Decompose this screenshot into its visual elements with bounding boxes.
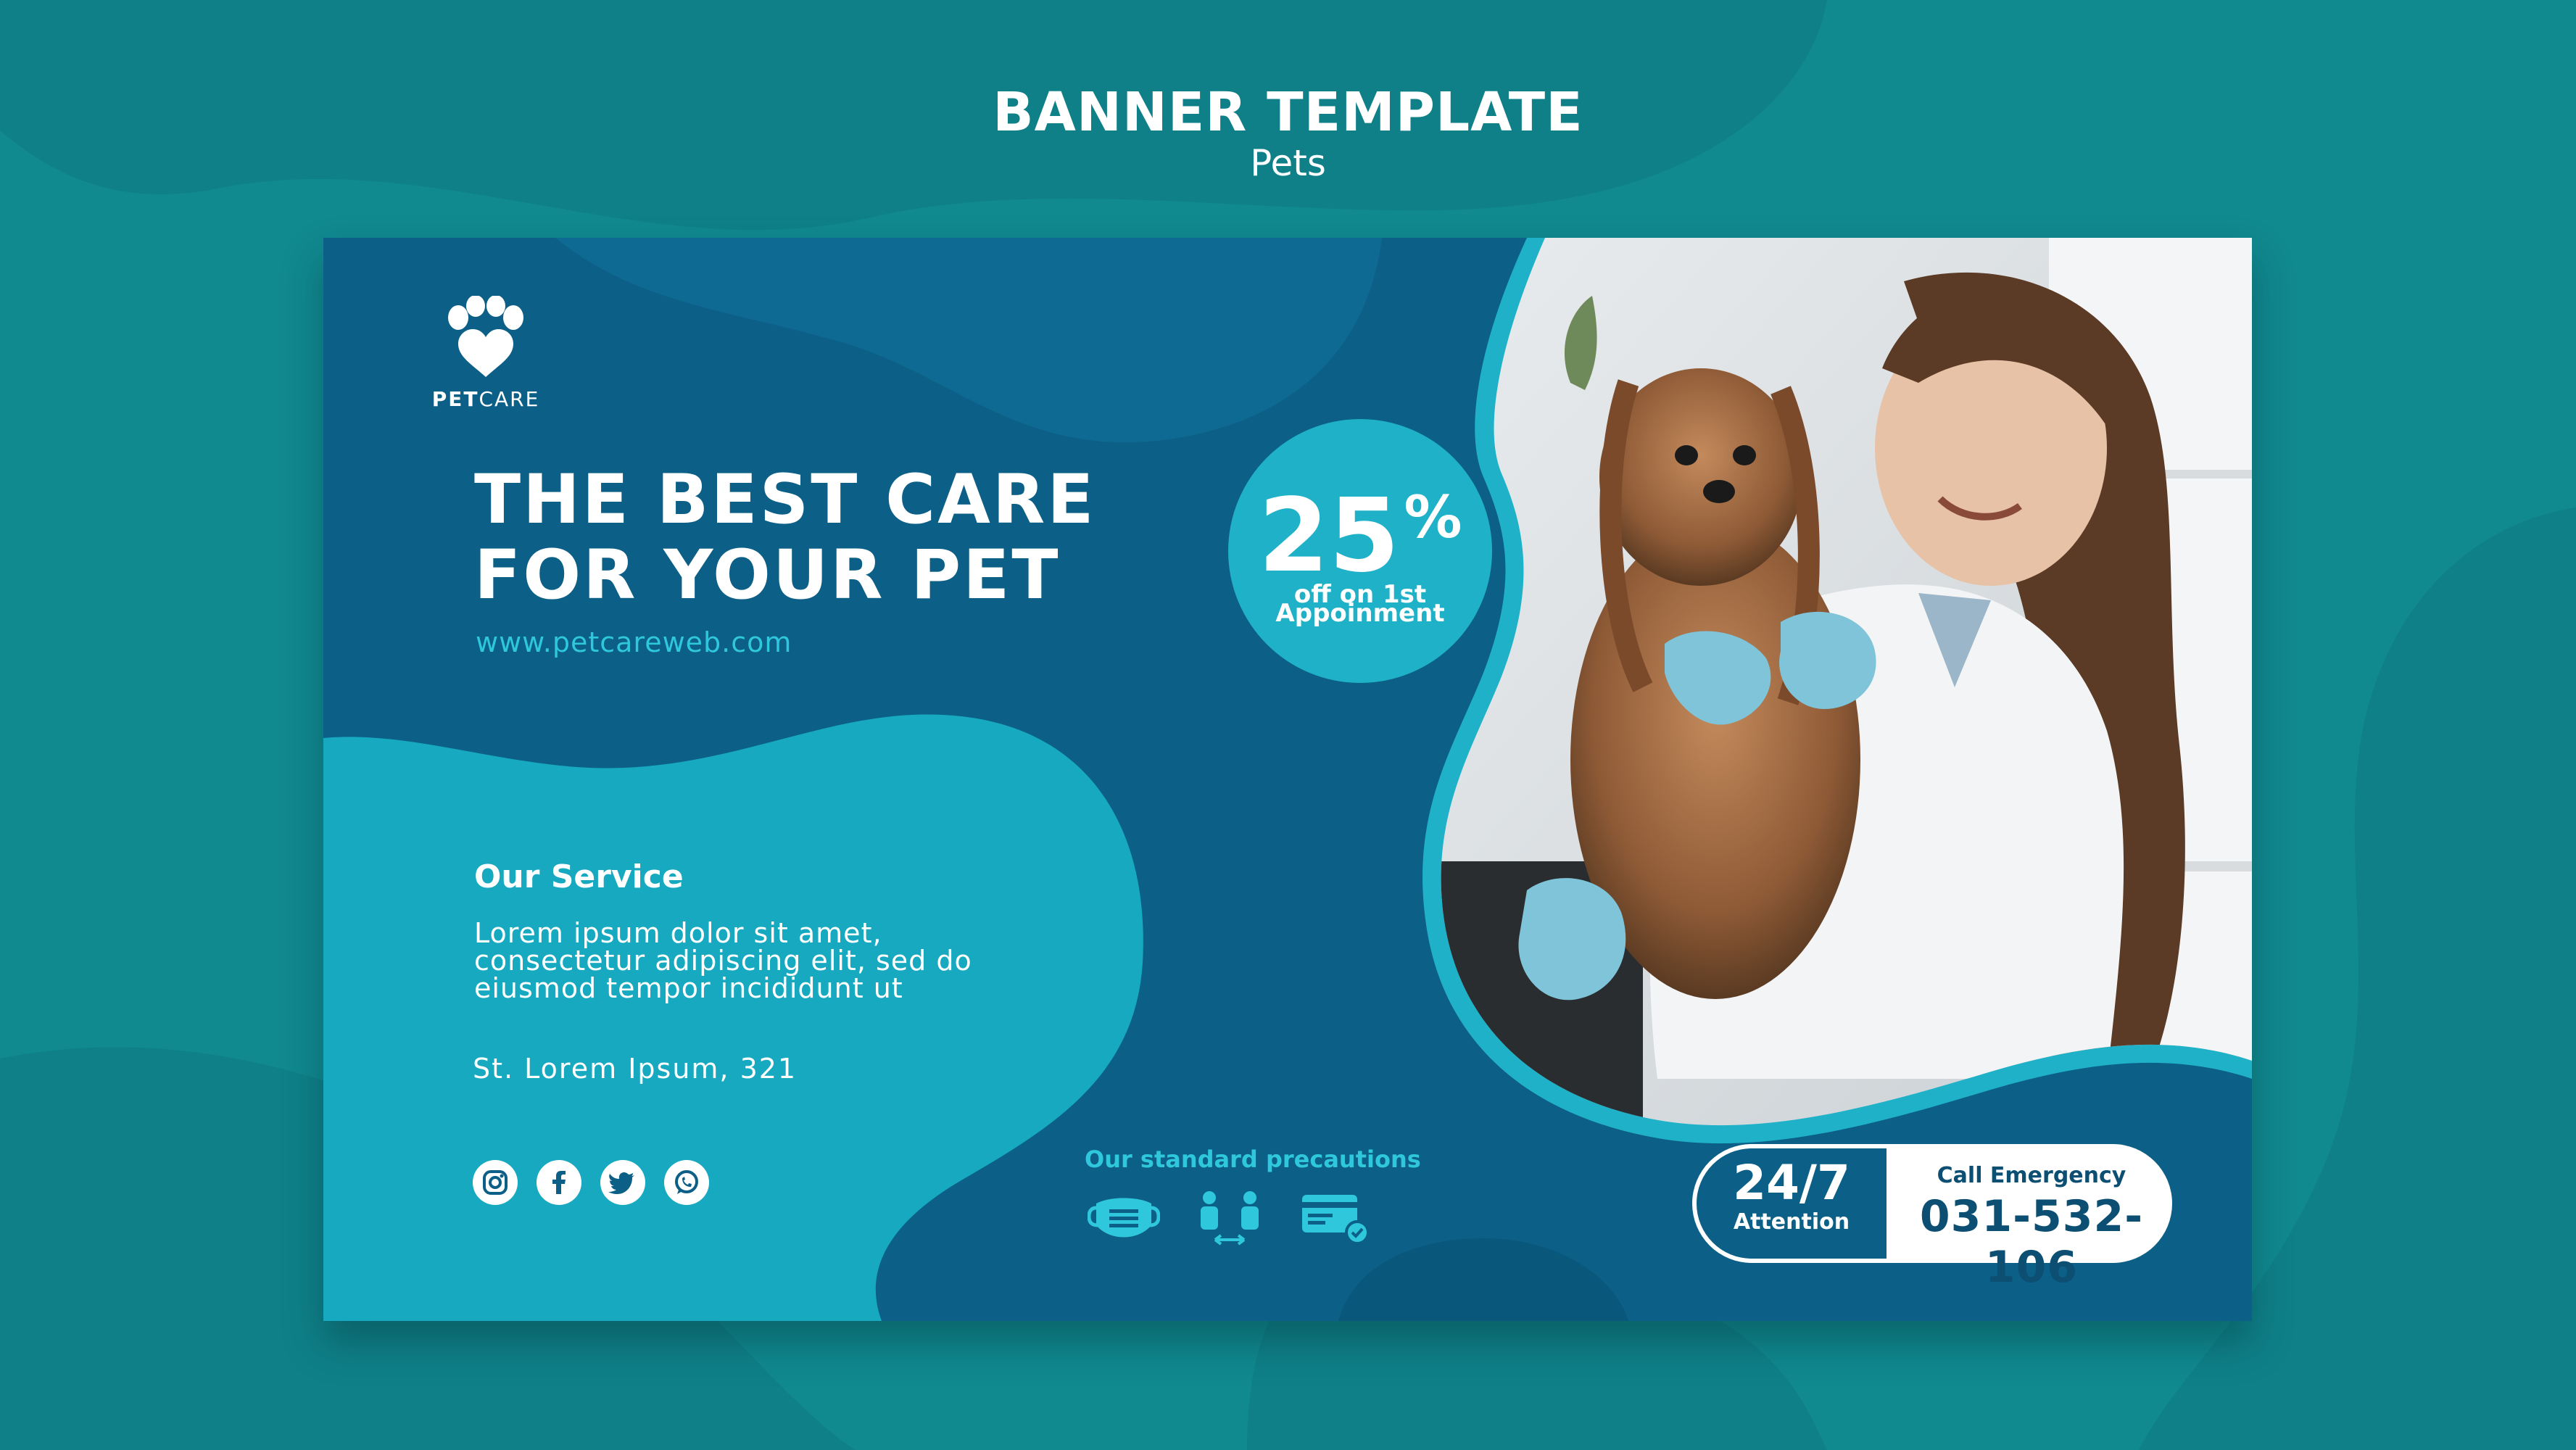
face-mask-icon bbox=[1088, 1198, 1160, 1238]
banner-blob-bottom bbox=[1338, 1238, 1628, 1321]
logo-text-light: CARE bbox=[479, 387, 540, 411]
emergency-contact[interactable]: 24/7 Attention Call Emergency 031-532-10… bbox=[1692, 1144, 2172, 1293]
service-line-1: Lorem ipsum dolor sit amet, bbox=[474, 917, 882, 949]
precautions-icons bbox=[1088, 1190, 1372, 1246]
instagram-icon[interactable] bbox=[473, 1160, 518, 1205]
banner-blob-left bbox=[323, 714, 1143, 1321]
petcare-logo: PETCARE bbox=[421, 296, 551, 411]
logo-text-bold: PET bbox=[431, 387, 479, 411]
discount-symbol: % bbox=[1404, 484, 1462, 551]
address: St. Lorem Ipsum, 321 bbox=[473, 1053, 798, 1085]
headline: THE BEST CARE FOR YOUR PET bbox=[474, 463, 1185, 613]
service-line-2: consectetur adipiscing elit, sed do bbox=[474, 945, 972, 977]
attention-label: Attention bbox=[1733, 1209, 1850, 1235]
page-subtitle: Pets bbox=[1250, 142, 1326, 184]
headline-line-2: FOR YOUR PET bbox=[474, 536, 1061, 615]
card-payment-icon bbox=[1302, 1195, 1370, 1245]
discount-value: 25 bbox=[1258, 477, 1400, 595]
banner-card: PETCARE THE BEST CARE FOR YOUR PET www.p… bbox=[323, 238, 2252, 1321]
attention-block: 24/7 Attention bbox=[1697, 1148, 1887, 1259]
service-title: Our Service bbox=[474, 858, 684, 895]
call-block: Call Emergency 031-532-106 bbox=[1891, 1144, 2172, 1293]
discount-badge: 25% off on 1st Appoinment bbox=[1228, 419, 1492, 683]
social-links bbox=[473, 1160, 709, 1205]
headline-line-1: THE BEST CARE bbox=[474, 460, 1096, 539]
page-title: BANNER TEMPLATE bbox=[993, 81, 1583, 144]
discount-percent: 25% bbox=[1228, 467, 1492, 587]
banner-blob-top bbox=[555, 238, 1382, 443]
social-distance-icon bbox=[1201, 1191, 1259, 1246]
website-link[interactable]: www.petcareweb.com bbox=[476, 626, 792, 658]
call-emergency-label: Call Emergency bbox=[1937, 1163, 2126, 1188]
service-description: Lorem ipsum dolor sit amet, consectetur … bbox=[474, 919, 1025, 1002]
precautions-title: Our standard precautions bbox=[1085, 1146, 1421, 1173]
emergency-phone[interactable]: 031-532-106 bbox=[1891, 1191, 2172, 1293]
discount-note-line-2: Appoinment bbox=[1275, 599, 1445, 628]
facebook-icon[interactable] bbox=[537, 1160, 581, 1205]
service-line-3: eiusmod tempor incididunt ut bbox=[474, 972, 903, 1004]
vet-with-dog-photo bbox=[1441, 238, 2252, 1126]
whatsapp-icon[interactable] bbox=[664, 1160, 709, 1205]
logo-text: PETCARE bbox=[421, 387, 551, 411]
paw-heart-icon bbox=[448, 296, 523, 377]
twitter-icon[interactable] bbox=[600, 1160, 645, 1205]
attention-hours: 24/7 bbox=[1733, 1155, 1850, 1211]
